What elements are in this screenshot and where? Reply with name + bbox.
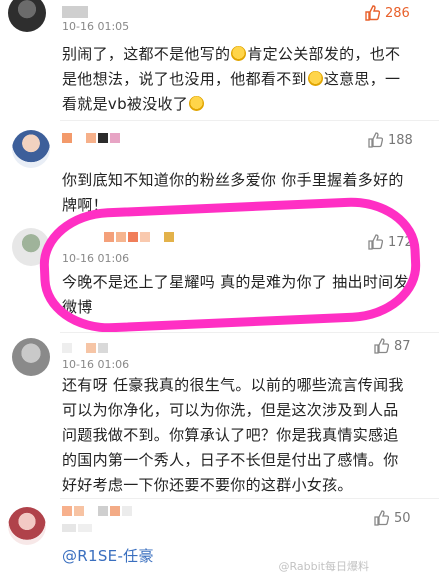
like-button[interactable]: 188 <box>367 132 413 148</box>
like-count: 188 <box>388 132 413 148</box>
thumbs-up-icon <box>374 510 389 526</box>
avatar[interactable] <box>12 338 50 376</box>
divider <box>60 120 439 121</box>
comment-text: 还有呀 任豪我真的很生气。以前的哪些流言传闻我 可以为你净化，可以为你洗，但是这… <box>62 376 404 494</box>
comment-text: 别闹了，这都不是他写的 肯定公关部发的，也不 是他想法，说了也没用，他都看不到 这意… <box>62 45 401 113</box>
username[interactable] <box>62 133 120 143</box>
avatar[interactable] <box>12 228 50 266</box>
mention-link[interactable]: @R1SE-任豪 <box>62 544 262 569</box>
like-count: 172 <box>388 234 413 250</box>
like-count: 87 <box>394 338 411 354</box>
emoji-icon <box>307 71 323 86</box>
comment-text: 今晚不是还上了星耀吗 真的是难为你了 抽出时间发 微博 <box>62 273 409 316</box>
comment-time: 10-16 01:05 <box>62 20 130 33</box>
divider <box>60 498 439 499</box>
username[interactable] <box>62 506 132 516</box>
like-button[interactable]: 286 <box>364 5 410 21</box>
watermark: @Rabbit每日爆料 <box>278 560 369 573</box>
username[interactable] <box>62 6 88 18</box>
like-button[interactable]: 50 <box>373 510 411 526</box>
comment-time: 10-16 01:06 <box>62 358 130 371</box>
thumbs-up-icon <box>365 5 380 21</box>
like-count: 286 <box>385 5 410 21</box>
avatar[interactable] <box>8 507 46 545</box>
thumbs-up-icon <box>374 338 389 354</box>
username[interactable] <box>62 343 108 353</box>
avatar[interactable] <box>8 0 46 32</box>
like-button[interactable]: 172 <box>367 234 413 250</box>
divider <box>60 332 439 333</box>
thumbs-up-icon <box>368 234 383 250</box>
comment-text: 你到底知不知道你的粉丝多爱你 你手里握着多好的 牌啊！ <box>62 171 404 214</box>
avatar[interactable] <box>12 130 50 168</box>
comment-time <box>62 524 92 532</box>
comment-time: 10-16 01:06 <box>62 252 130 265</box>
like-button[interactable]: 87 <box>373 338 411 354</box>
username[interactable] <box>104 232 174 242</box>
like-count: 50 <box>394 510 411 526</box>
emoji-icon <box>231 46 247 61</box>
emoji-icon <box>189 96 205 111</box>
thumbs-up-icon <box>368 132 383 148</box>
